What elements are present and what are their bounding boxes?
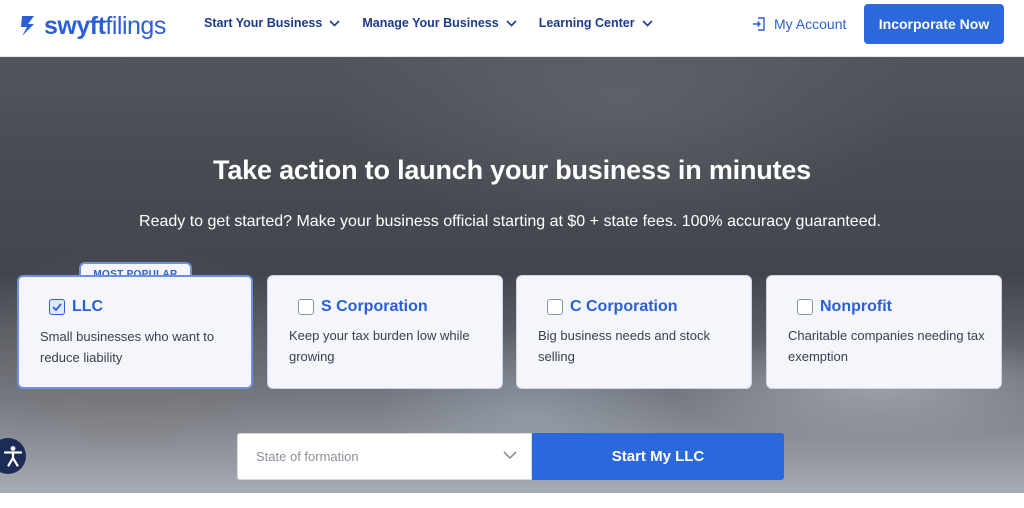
nav-learning-center[interactable]: Learning Center (539, 16, 653, 30)
entity-title: C Corporation (570, 298, 678, 315)
hero-title: Take action to launch your business in m… (213, 155, 811, 185)
state-of-formation-select[interactable]: State of formation (237, 433, 532, 480)
chevron-down-icon (503, 451, 517, 460)
nav-manage-your-business[interactable]: Manage Your Business (362, 16, 517, 30)
entity-description: Small businesses who want to reduce liab… (40, 329, 215, 365)
entity-description: Keep your tax burden low while growing (289, 328, 470, 364)
swyftfilings-logo-icon (21, 16, 34, 36)
brand-logo[interactable]: swyftfilings (18, 10, 166, 42)
main-nav: Start Your Business Manage Your Business… (204, 0, 675, 46)
entity-card-header: LLC (49, 298, 103, 316)
entity-checkbox[interactable] (547, 299, 563, 315)
entity-card-header: S Corporation (298, 298, 428, 316)
entity-checkbox[interactable] (298, 299, 314, 315)
page-below-fold (0, 493, 1024, 508)
checkmark-icon (52, 303, 62, 311)
login-icon (753, 17, 765, 31)
entity-title: LLC (72, 298, 104, 315)
hero-subtitle: Ready to get started? Make your business… (139, 213, 881, 230)
entity-checkbox[interactable] (49, 299, 65, 315)
state-select-placeholder: State of formation (256, 449, 359, 464)
start-my-llc-button[interactable]: Start My LLC (532, 433, 784, 480)
nav-item-label: Start Your Business (204, 16, 323, 30)
chevron-down-icon (642, 19, 653, 27)
entity-title: Nonprofit (820, 298, 892, 315)
entity-description: Charitable companies needing tax exempti… (788, 328, 985, 364)
my-account-link[interactable]: My Account (752, 14, 846, 34)
entity-card-s-corporation[interactable]: S Corporation Keep your tax burden low w… (267, 275, 503, 389)
entity-title: S Corporation (321, 298, 428, 315)
entity-description: Big business needs and stock selling (538, 328, 710, 364)
incorporate-now-button[interactable]: Incorporate Now (864, 4, 1004, 44)
nav-start-your-business[interactable]: Start Your Business (204, 16, 340, 30)
nav-item-label: Manage Your Business (362, 16, 499, 30)
entity-card-nonprofit[interactable]: Nonprofit Charitable companies needing t… (766, 275, 1002, 389)
entity-checkbox[interactable] (797, 299, 813, 315)
site-header: swyftfilings Start Your Business Manage … (0, 0, 1024, 57)
entity-card-llc[interactable]: LLC Small businesses who want to reduce … (17, 275, 253, 389)
hero-section: Take action to launch your business in m… (0, 57, 1024, 493)
chevron-down-icon (329, 19, 340, 27)
accessibility-icon (3, 446, 23, 467)
entity-card-c-corporation[interactable]: C Corporation Big business needs and sto… (516, 275, 752, 389)
brand-wordmark: swyftfilings (44, 11, 166, 40)
chevron-down-icon (506, 19, 517, 27)
my-account-label: My Account (774, 16, 847, 32)
entity-card-header: C Corporation (547, 298, 678, 316)
nav-item-label: Learning Center (538, 16, 635, 30)
entity-card-header: Nonprofit (797, 298, 892, 316)
